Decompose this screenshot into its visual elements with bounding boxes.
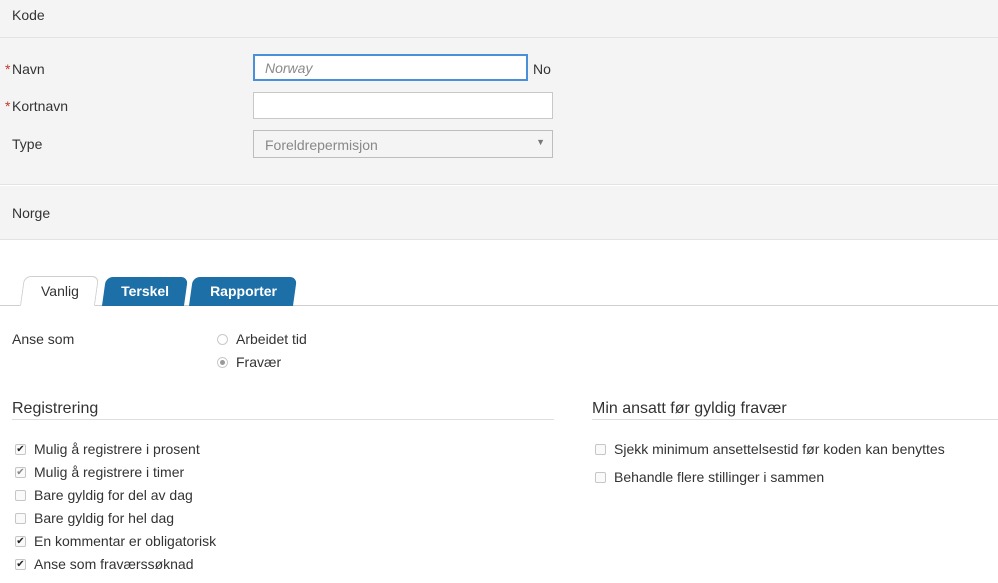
radio-label: Fravær: [236, 354, 282, 370]
checkbox-label: Anse som fraværssøknad: [34, 556, 194, 572]
required-mark: *: [5, 61, 11, 77]
radio-button[interactable]: [217, 334, 228, 345]
chevron-down-icon: ▼: [536, 137, 545, 147]
checkbox[interactable]: ✔: [15, 467, 26, 478]
tab-vanlig[interactable]: Vanlig: [19, 276, 100, 306]
kode-title: Kode: [12, 7, 45, 23]
checkbox-label: Mulig å registrere i prosent: [34, 441, 200, 457]
navn-label: * Navn: [5, 61, 45, 77]
radio-button[interactable]: [217, 357, 228, 368]
navn-language-code: No: [533, 61, 551, 77]
navn-input[interactable]: [253, 54, 528, 81]
anse-som-label: Anse som: [12, 331, 75, 347]
checkbox-label: Mulig å registrere i timer: [34, 464, 185, 480]
checkbox[interactable]: [15, 513, 26, 524]
tab-label: Rapporter: [209, 283, 277, 299]
required-mark: *: [5, 98, 11, 114]
checkbox[interactable]: ✔: [15, 536, 26, 547]
checkbox[interactable]: [595, 444, 606, 455]
navn-label-text: Navn: [12, 61, 45, 77]
registrering-title: Registrering: [12, 400, 99, 417]
kortnavn-input[interactable]: [253, 92, 553, 119]
tab-terskel[interactable]: Terskel: [101, 277, 189, 306]
checkbox-label: Sjekk minimum ansettelsestid før koden k…: [614, 441, 945, 457]
fields-section: * Navn No * Kortnavn Type Foreldrepermis…: [0, 38, 998, 185]
min-ansatt-title: Min ansatt før gyldig fravær: [592, 400, 787, 417]
tab-rapporter[interactable]: Rapporter: [188, 277, 298, 306]
tab-label: Vanlig: [40, 283, 79, 299]
kortnavn-label-text: Kortnavn: [12, 98, 69, 114]
checkbox-label: Behandle flere stillinger i sammen: [614, 469, 825, 485]
kortnavn-label: * Kortnavn: [5, 98, 69, 114]
checkbox[interactable]: [15, 490, 26, 501]
min-ansatt-divider: [592, 419, 998, 420]
checkbox-label: En kommentar er obligatorisk: [34, 533, 217, 549]
tab-bar: Vanlig Terskel Rapporter: [0, 272, 998, 307]
checkbox[interactable]: ✔: [15, 559, 26, 570]
norge-section: Norge: [0, 186, 998, 240]
checkbox-label: Bare gyldig for del av dag: [34, 487, 193, 503]
tab-label: Terskel: [121, 283, 170, 299]
type-label: Type: [12, 136, 43, 152]
type-selected-value: Foreldrepermisjon: [265, 137, 378, 153]
checkbox-label: Bare gyldig for hel dag: [34, 510, 175, 526]
radio-label: Arbeidet tid: [236, 331, 307, 347]
registrering-divider: [12, 419, 554, 420]
norge-title: Norge: [12, 205, 51, 221]
checkbox[interactable]: [595, 472, 606, 483]
checkbox[interactable]: ✔: [15, 444, 26, 455]
type-select[interactable]: Foreldrepermisjon ▼: [253, 130, 553, 158]
kode-section: Kode: [0, 0, 998, 38]
